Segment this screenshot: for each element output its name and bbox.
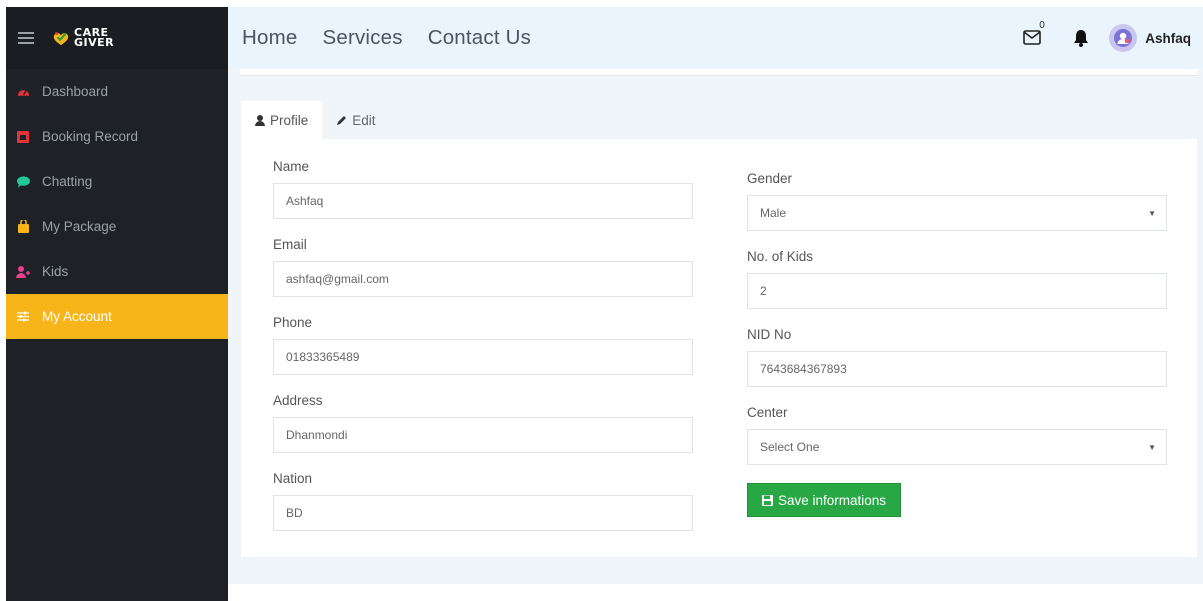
gender-select[interactable]: Male ▼ — [747, 195, 1167, 231]
sidebar-item-label: Dashboard — [42, 84, 109, 99]
email-field-group: Email ashfaq@gmail.com — [273, 237, 693, 297]
sidebar-item-booking-record[interactable]: Booking Record — [6, 114, 228, 159]
center-field-group: Center Select One ▼ — [747, 405, 1167, 465]
sidebar-item-kids[interactable]: Kids — [6, 249, 228, 294]
username[interactable]: Ashfaq — [1145, 31, 1191, 46]
logo-text-line2: GIVER — [74, 36, 115, 49]
address-label: Address — [273, 393, 323, 408]
envelope-icon — [1023, 30, 1042, 45]
center-selected-value: Select One — [760, 440, 820, 454]
top-header: Home Services Contact Us 0 Ashfaq — [228, 7, 1203, 69]
sidebar-item-label: Booking Record — [42, 129, 139, 144]
gender-label: Gender — [747, 171, 793, 186]
tab-label: Edit — [352, 112, 376, 128]
sidebar-item-label: Chatting — [42, 174, 93, 189]
sidebar: CARE GIVER Dashboard Booking Record Chat… — [6, 7, 228, 601]
kids-field-group: No. of Kids 2 — [747, 249, 1167, 309]
bell-icon[interactable] — [1073, 29, 1089, 47]
phone-input[interactable]: 01833365489 — [273, 339, 693, 375]
gender-selected-value: Male — [760, 206, 787, 220]
calendar-icon — [16, 130, 30, 144]
name-input[interactable]: Ashfaq — [273, 183, 693, 219]
sidebar-item-my-account[interactable]: My Account — [6, 294, 228, 339]
logo[interactable]: CARE GIVER — [52, 27, 115, 49]
sliders-icon — [16, 310, 30, 324]
email-input[interactable]: ashfaq@gmail.com — [273, 261, 693, 297]
content-top-card — [240, 69, 1198, 76]
name-label: Name — [273, 159, 310, 174]
center-label: Center — [747, 405, 788, 420]
package-icon — [16, 220, 30, 234]
nation-field-group: Nation BD — [273, 471, 693, 531]
save-button[interactable]: Save informations — [747, 483, 902, 517]
caret-down-icon: ▼ — [1148, 442, 1156, 452]
menu-toggle-icon[interactable] — [18, 32, 34, 44]
logo-text: CARE GIVER — [74, 27, 115, 49]
sidebar-item-chatting[interactable]: Chatting — [6, 159, 228, 204]
gender-field-group: Gender Male ▼ — [747, 171, 1167, 231]
header-actions: 0 Ashfaq — [1023, 7, 1191, 69]
phone-label: Phone — [273, 315, 313, 330]
user-icon — [255, 114, 265, 126]
tab-edit[interactable]: Edit — [322, 101, 389, 139]
save-button-label: Save informations — [778, 492, 887, 508]
top-nav: Home Services Contact Us — [228, 26, 556, 50]
name-field-group: Name Ashfaq — [273, 159, 693, 219]
nid-field-group: NID No 7643684367893 — [747, 327, 1167, 387]
nation-label: Nation — [273, 471, 313, 486]
sidebar-item-dashboard[interactable]: Dashboard — [6, 69, 228, 114]
messages-button[interactable]: 0 — [1023, 20, 1045, 46]
floppy-disk-icon — [762, 494, 773, 506]
nav-link-contact-us[interactable]: Contact Us — [428, 26, 531, 50]
avatar[interactable] — [1109, 24, 1138, 52]
nid-label: NID No — [747, 327, 792, 342]
kids-input[interactable]: 2 — [747, 273, 1167, 309]
nav-link-home[interactable]: Home — [242, 26, 297, 50]
add-user-icon — [16, 265, 30, 279]
logo-icon — [53, 32, 69, 46]
email-label: Email — [273, 237, 307, 252]
kids-label: No. of Kids — [747, 249, 814, 264]
message-count-badge: 0 — [1039, 20, 1045, 31]
tab-profile[interactable]: Profile — [241, 101, 323, 139]
brand-bar: CARE GIVER — [6, 7, 228, 69]
address-input[interactable]: Dhanmondi — [273, 417, 693, 453]
tachometer-icon — [16, 85, 30, 99]
pencil-icon — [337, 115, 347, 125]
profile-tabs: Profile Edit — [241, 101, 390, 139]
chat-bubble-icon — [16, 175, 30, 189]
address-field-group: Address Dhanmondi — [273, 393, 693, 453]
form-column-left: Name Ashfaq Email ashfaq@gmail.com Phone… — [273, 159, 693, 549]
nav-link-services[interactable]: Services — [322, 26, 402, 50]
main-content: Profile Edit Name Ashfaq Email ashfaq@gm… — [228, 69, 1203, 584]
form-column-right: Gender Male ▼ No. of Kids 2 NID No 76436… — [747, 171, 1167, 517]
nid-input[interactable]: 7643684367893 — [747, 351, 1167, 387]
sidebar-nav: Dashboard Booking Record Chatting My Pac… — [6, 69, 228, 339]
user-avatar-icon — [1114, 29, 1133, 47]
profile-form-panel: Name Ashfaq Email ashfaq@gmail.com Phone… — [241, 139, 1197, 557]
phone-field-group: Phone 01833365489 — [273, 315, 693, 375]
tab-label: Profile — [270, 112, 309, 128]
nation-input[interactable]: BD — [273, 495, 693, 531]
center-select[interactable]: Select One ▼ — [747, 429, 1167, 465]
sidebar-item-my-package[interactable]: My Package — [6, 204, 228, 249]
caret-down-icon: ▼ — [1148, 208, 1156, 218]
sidebar-item-label: Kids — [42, 264, 69, 279]
sidebar-item-label: My Package — [42, 219, 117, 234]
sidebar-item-label: My Account — [42, 309, 112, 324]
